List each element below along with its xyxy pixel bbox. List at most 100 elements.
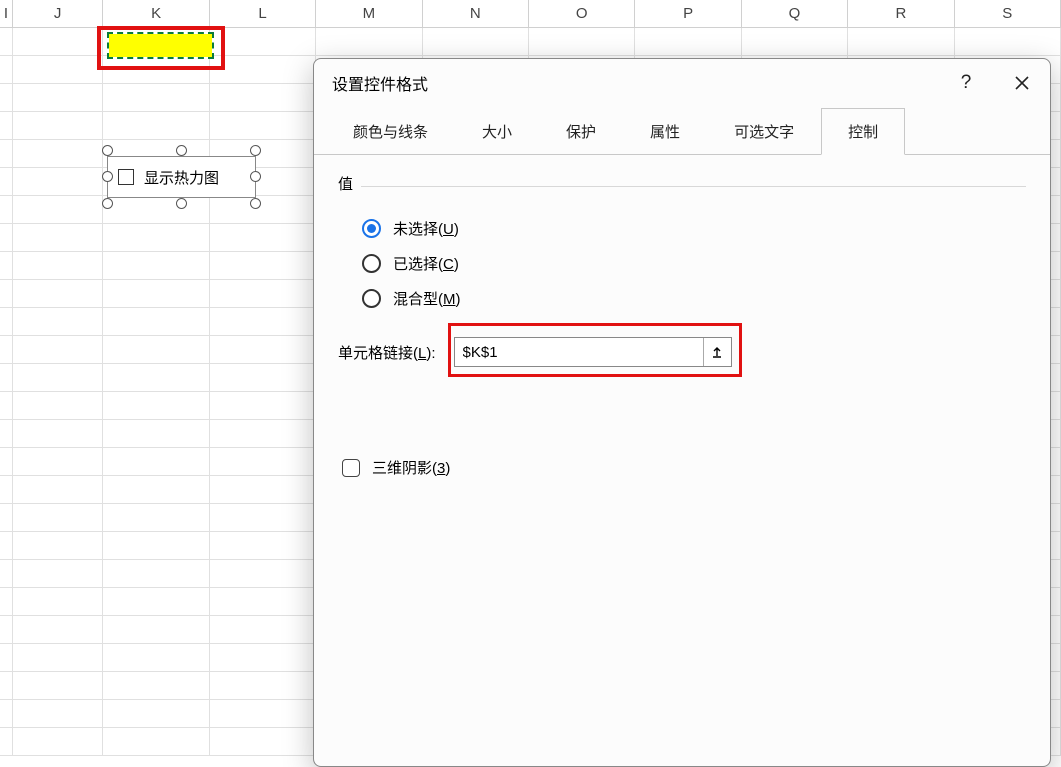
form-control-checkbox[interactable]: 显示热力图	[99, 146, 264, 208]
cell[interactable]	[0, 252, 13, 279]
cell[interactable]	[0, 644, 13, 671]
cell[interactable]	[210, 644, 316, 671]
cell[interactable]	[13, 420, 104, 447]
resize-handle[interactable]	[102, 198, 113, 209]
cell[interactable]	[316, 28, 422, 55]
cell[interactable]	[210, 392, 316, 419]
cell[interactable]	[0, 420, 13, 447]
col-header-Q[interactable]: Q	[742, 0, 848, 27]
cell[interactable]	[13, 140, 104, 167]
cell[interactable]	[13, 532, 104, 559]
cell[interactable]	[0, 112, 13, 139]
cell[interactable]	[210, 420, 316, 447]
cell[interactable]	[103, 700, 209, 727]
cell[interactable]	[13, 476, 104, 503]
cell[interactable]	[210, 84, 316, 111]
cell[interactable]	[0, 196, 13, 223]
cell[interactable]	[0, 448, 13, 475]
close-icon[interactable]	[1012, 73, 1032, 93]
cell[interactable]	[103, 308, 209, 335]
cell[interactable]	[103, 672, 209, 699]
cell[interactable]	[103, 336, 209, 363]
cell[interactable]	[13, 448, 104, 475]
cell[interactable]	[0, 560, 13, 587]
cell[interactable]	[210, 560, 316, 587]
cell[interactable]	[0, 588, 13, 615]
cell[interactable]	[210, 616, 316, 643]
col-header-J[interactable]: J	[13, 0, 104, 27]
cell[interactable]	[13, 252, 104, 279]
cell[interactable]	[0, 308, 13, 335]
cell[interactable]	[103, 616, 209, 643]
cell[interactable]	[742, 28, 848, 55]
cell[interactable]	[13, 308, 104, 335]
cell[interactable]	[13, 112, 104, 139]
cell[interactable]	[13, 560, 104, 587]
cell[interactable]	[210, 28, 316, 55]
radio-mixed[interactable]: 混合型(M)	[362, 288, 1026, 309]
cell[interactable]	[103, 84, 209, 111]
cell[interactable]	[210, 308, 316, 335]
cell[interactable]	[210, 588, 316, 615]
resize-handle[interactable]	[102, 145, 113, 156]
cell[interactable]	[13, 224, 104, 251]
cell[interactable]	[13, 364, 104, 391]
cell[interactable]	[0, 728, 13, 755]
col-header-P[interactable]: P	[635, 0, 741, 27]
cell[interactable]	[103, 560, 209, 587]
tab-size[interactable]: 大小	[455, 108, 539, 155]
resize-handle[interactable]	[250, 171, 261, 182]
resize-handle[interactable]	[176, 198, 187, 209]
cell[interactable]	[210, 728, 316, 755]
col-header-K[interactable]: K	[103, 0, 209, 27]
cell[interactable]	[13, 392, 104, 419]
cell[interactable]	[210, 532, 316, 559]
cell[interactable]	[210, 336, 316, 363]
cell[interactable]	[423, 28, 529, 55]
cell[interactable]	[0, 532, 13, 559]
cell-link-field[interactable]	[454, 337, 732, 367]
cell[interactable]	[210, 56, 316, 83]
resize-handle[interactable]	[176, 145, 187, 156]
col-header-R[interactable]: R	[848, 0, 954, 27]
cell[interactable]	[103, 224, 209, 251]
cell[interactable]	[955, 28, 1061, 55]
resize-handle[interactable]	[102, 171, 113, 182]
cell[interactable]	[0, 224, 13, 251]
cell[interactable]	[210, 364, 316, 391]
cell[interactable]	[0, 280, 13, 307]
tab-control[interactable]: 控制	[821, 108, 905, 155]
cell[interactable]	[103, 112, 209, 139]
tab-protection[interactable]: 保护	[539, 108, 623, 155]
cell[interactable]	[13, 728, 104, 755]
cell[interactable]	[13, 28, 104, 55]
col-header-O[interactable]: O	[529, 0, 635, 27]
tab-alt-text[interactable]: 可选文字	[707, 108, 821, 155]
cell[interactable]	[13, 280, 104, 307]
cell[interactable]	[103, 588, 209, 615]
cell[interactable]	[103, 728, 209, 755]
cell[interactable]	[13, 504, 104, 531]
cell[interactable]	[0, 168, 13, 195]
cell[interactable]	[0, 140, 13, 167]
cell[interactable]	[0, 504, 13, 531]
tab-colors-lines[interactable]: 颜色与线条	[326, 108, 455, 155]
cell[interactable]	[848, 28, 954, 55]
shadow-checkbox[interactable]: 三维阴影(3)	[342, 457, 1026, 478]
cell[interactable]	[13, 616, 104, 643]
range-picker-button[interactable]	[703, 338, 731, 366]
cell[interactable]	[103, 56, 209, 83]
cell[interactable]	[13, 672, 104, 699]
cell[interactable]	[210, 700, 316, 727]
cell[interactable]	[210, 112, 316, 139]
col-header-M[interactable]: M	[316, 0, 422, 27]
col-header-L[interactable]: L	[210, 0, 316, 27]
cell[interactable]	[103, 420, 209, 447]
cell[interactable]	[103, 504, 209, 531]
cell[interactable]	[103, 644, 209, 671]
col-header-I[interactable]: I	[0, 0, 13, 27]
radio-unchecked[interactable]: 未选择(U)	[362, 218, 1026, 239]
cell[interactable]	[210, 448, 316, 475]
tab-properties[interactable]: 属性	[623, 108, 707, 155]
cell[interactable]	[13, 700, 104, 727]
